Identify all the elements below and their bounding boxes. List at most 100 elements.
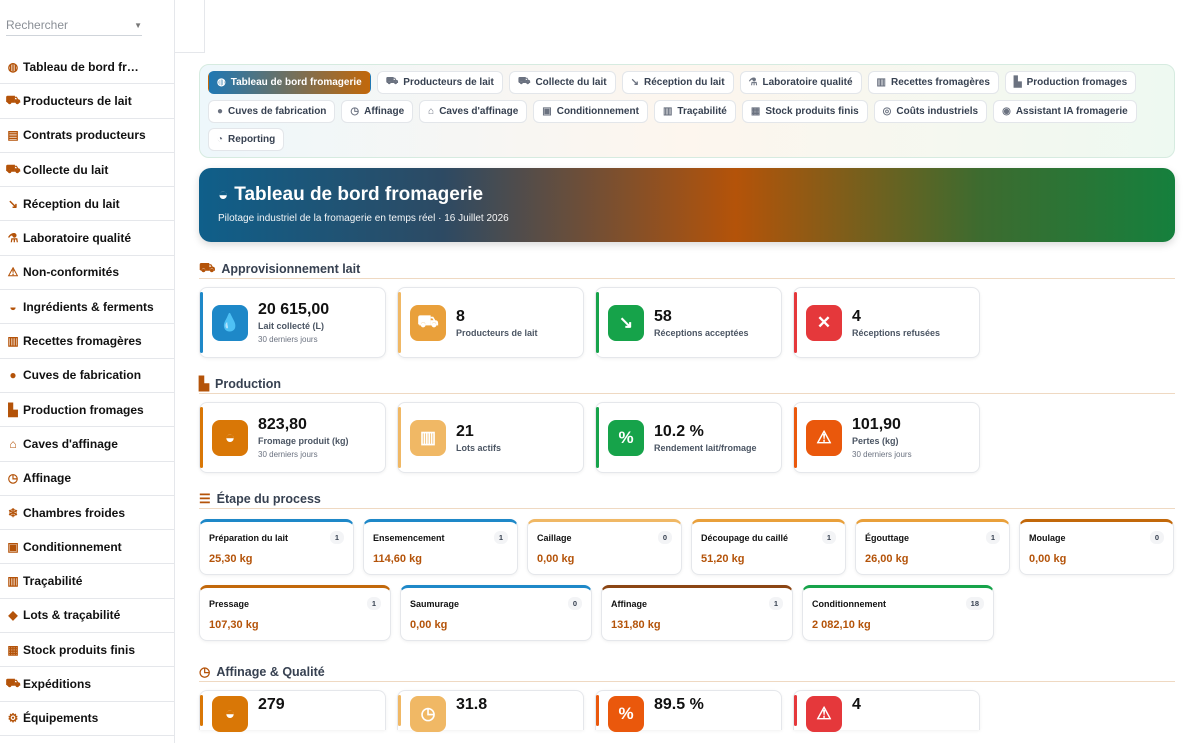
kpi-card: ⚠ 101,90 Pertes (kg) 30 derniers jours	[793, 402, 980, 473]
sidebar-item-caves-d-affinage[interactable]: ⌂ Caves d'affinage	[0, 427, 174, 462]
sidebar-item-lots-tra-abilit-[interactable]: ◆ Lots & traçabilité	[0, 599, 174, 634]
tab-collecte-du-lait[interactable]: ⛟ Collecte du lait	[508, 71, 616, 94]
sidebar-item-exp-ditions[interactable]: ⛟ Expéditions	[0, 667, 174, 702]
tab-recettes-fromag-res[interactable]: ▥ Recettes fromagères	[867, 71, 999, 94]
kpi-card: ◒ 823,80 Fromage produit (kg) 30 derniers j…	[199, 402, 386, 473]
clock-icon: ◷	[350, 105, 360, 117]
kpi-card: ⚠ 4	[793, 690, 980, 732]
tab-label: Stock produits finis	[765, 105, 859, 117]
sidebar-item-non-conformit-s[interactable]: ⚠ Non-conformités	[0, 256, 174, 291]
step-weight: 26,00 kg	[865, 553, 909, 565]
boxes-icon: ▦	[750, 105, 761, 117]
tab-label: Producteurs de lait	[403, 77, 494, 88]
step-name: Pressage	[209, 598, 250, 609]
dolly-icon: ↘	[7, 196, 19, 211]
sidebar-item-production-fromages[interactable]: ▙ Production fromages	[0, 393, 174, 428]
sidebar-item-conditionnement[interactable]: ▣ Conditionnement	[0, 530, 174, 565]
sidebar-item-label: Caves d'affinage	[23, 436, 118, 451]
page-title: Tableau de bord fromagerie	[234, 184, 484, 205]
aging-kpi-row: ◒ 279 ◷ 31.8% 89.5 % ⚠ 4	[199, 690, 1175, 732]
tab-label: Affinage	[364, 105, 405, 117]
process-step-card: Ensemencement 1 114,60 kg	[363, 519, 518, 575]
sidebar-item-label: Non-conformités	[23, 265, 119, 280]
kpi-subtext: 30 derniers jours	[258, 335, 318, 344]
sidebar-item-label: Recettes fromagères	[23, 334, 142, 349]
kpi-text: 21 Lots actifs	[456, 423, 501, 453]
kpi-label: Producteurs de lait	[456, 327, 538, 338]
tab-conditionnement[interactable]: ▣ Conditionnement	[533, 99, 648, 123]
production-kpi-row: ◒ 823,80 Fromage produit (kg) 30 derniers j…	[199, 402, 1175, 473]
tab-affinage[interactable]: ◷ Affinage	[341, 99, 414, 123]
kpi-card: ↘ 58 Réceptions acceptées	[595, 287, 782, 358]
kpi-value: 4	[852, 696, 861, 713]
tab-label: Recettes fromagères	[890, 77, 990, 88]
sidebar-item-affinage[interactable]: ◷ Affinage	[0, 462, 174, 496]
sidebar-item--quipements[interactable]: ⚙ Équipements	[0, 702, 174, 736]
step-name: Ensemencement	[373, 532, 445, 543]
sidebar-item-producteurs-de-lait[interactable]: ⛟ Producteurs de lait	[0, 84, 174, 119]
step-count-badge: 1	[493, 531, 508, 544]
tab-label: Tableau de bord fromagerie	[230, 77, 362, 88]
step-name: Découpage du caillé	[701, 532, 789, 543]
shipping-truck-icon: ⛟	[5, 675, 21, 690]
sidebar-item-tra-abilit-[interactable]: ▥ Traçabilité	[0, 564, 174, 599]
tab-label: Traçabilité	[677, 105, 727, 117]
tab-cuves-de-fabrication[interactable]: ● Cuves de fabrication	[208, 99, 336, 123]
tab-r-ception-du-lait[interactable]: ↘ Réception du lait	[621, 71, 734, 94]
sidebar-item-cuves-de-fabrication[interactable]: ● Cuves de fabrication	[0, 359, 174, 393]
tab-tra-abilit-[interactable]: ▥ Traçabilité	[653, 99, 736, 123]
sidebar-item-collecte-du-lait[interactable]: ⛟ Collecte du lait	[0, 153, 174, 188]
supply-kpi-row: 💧 20 615,00 Lait collecté (L) 30 derniers j…	[199, 287, 1175, 358]
kpi-value: 20 615,00	[258, 301, 330, 318]
sidebar-item-label: Équipements	[23, 711, 99, 726]
process-step-card: Conditionnement 18 2 082,10 kg	[802, 585, 994, 641]
sidebar-item-tableau-de-bord-fromagerie[interactable]: ◍ Tableau de bord fromagerie	[0, 50, 174, 85]
tab-producteurs-de-lait[interactable]: ⛟ Producteurs de lait	[376, 71, 503, 94]
step-count-badge: 1	[329, 531, 344, 544]
process-step-card: Moulage 0 0,00 kg	[1019, 519, 1174, 575]
kpi-value: 31.8	[456, 696, 488, 713]
kpi-text: 89.5 %	[654, 696, 704, 714]
gauge-icon: ◍	[217, 77, 226, 88]
sidebar-item-ingr-dients-ferments[interactable]: ◒ Ingrédients & ferments	[0, 290, 174, 325]
truck-icon: ⛟	[5, 161, 21, 176]
step-name: Préparation du lait	[209, 532, 289, 543]
tractor-icon: ⛟	[199, 259, 216, 275]
boxes-icon: ▦	[7, 642, 19, 657]
tab-co-ts-industriels[interactable]: ◎ Coûts industriels	[873, 99, 988, 123]
sidebar-item-r-ception-du-lait[interactable]: ↘ Réception du lait	[0, 187, 174, 222]
tab-label: Production fromages	[1026, 77, 1128, 88]
step-count-badge: 0	[1149, 531, 1164, 544]
kpi-label: Réceptions refusées	[852, 327, 941, 338]
tab-label: Cuves de fabrication	[228, 105, 327, 117]
sidebar-item-label: Cuves de fabrication	[23, 368, 142, 383]
kpi-label: Pertes (kg)	[852, 436, 899, 446]
sidebar-item-laboratoire-qualit-[interactable]: ⚗ Laboratoire qualité	[0, 221, 174, 256]
process-step-card: Saumurage 0 0,00 kg	[400, 585, 592, 641]
tab-laboratoire-qualit-[interactable]: ⚗ Laboratoire qualité	[739, 71, 862, 94]
tab-production-fromages[interactable]: ▙ Production fromages	[1004, 71, 1137, 94]
step-weight: 131,80 kg	[611, 619, 661, 631]
kpi-value: 101,90	[852, 416, 901, 433]
production-section: ▙ Production ◒ 823,80 Fromage produit (kg)…	[199, 374, 1175, 473]
sidebar-item-stock-produits-finis[interactable]: ▦ Stock produits finis	[0, 633, 174, 668]
tab-caves-d-affinage[interactable]: ⌂ Caves d'affinage	[419, 99, 528, 123]
tab-reporting[interactable]: ◔ Reporting	[208, 128, 285, 152]
sidebar-item-contrats-producteurs[interactable]: ▤ Contrats producteurs	[0, 119, 174, 153]
sidebar-item-chambres-froides[interactable]: ❄ Chambres froides	[0, 496, 174, 531]
cheese-icon: ◒	[212, 419, 248, 456]
tag-icon: ◆	[8, 608, 18, 623]
step-weight: 0,00 kg	[537, 553, 575, 565]
tab-assistant-ia-fromagerie[interactable]: ◉ Assistant IA fromagerie	[993, 99, 1137, 123]
step-count-badge: 1	[366, 597, 381, 610]
tab-tableau-de-bord-fromagerie[interactable]: ◍ Tableau de bord fromagerie	[208, 71, 371, 94]
tab-stock-produits-finis[interactable]: ▦ Stock produits finis	[741, 99, 868, 123]
tractor-icon: ⛟	[385, 76, 399, 87]
clock-icon: ◷	[410, 696, 446, 732]
kpi-text: 8 Producteurs de lait	[456, 308, 538, 338]
sidebar-item-recettes-fromag-res[interactable]: ▥ Recettes fromagères	[0, 324, 174, 359]
warehouse-icon: ⌂	[9, 436, 17, 451]
kpi-label: Fromage produit (kg)	[258, 436, 349, 446]
tab-label: Assistant IA fromagerie	[1015, 105, 1128, 117]
search-select[interactable]: Rechercher ▼	[6, 18, 142, 36]
